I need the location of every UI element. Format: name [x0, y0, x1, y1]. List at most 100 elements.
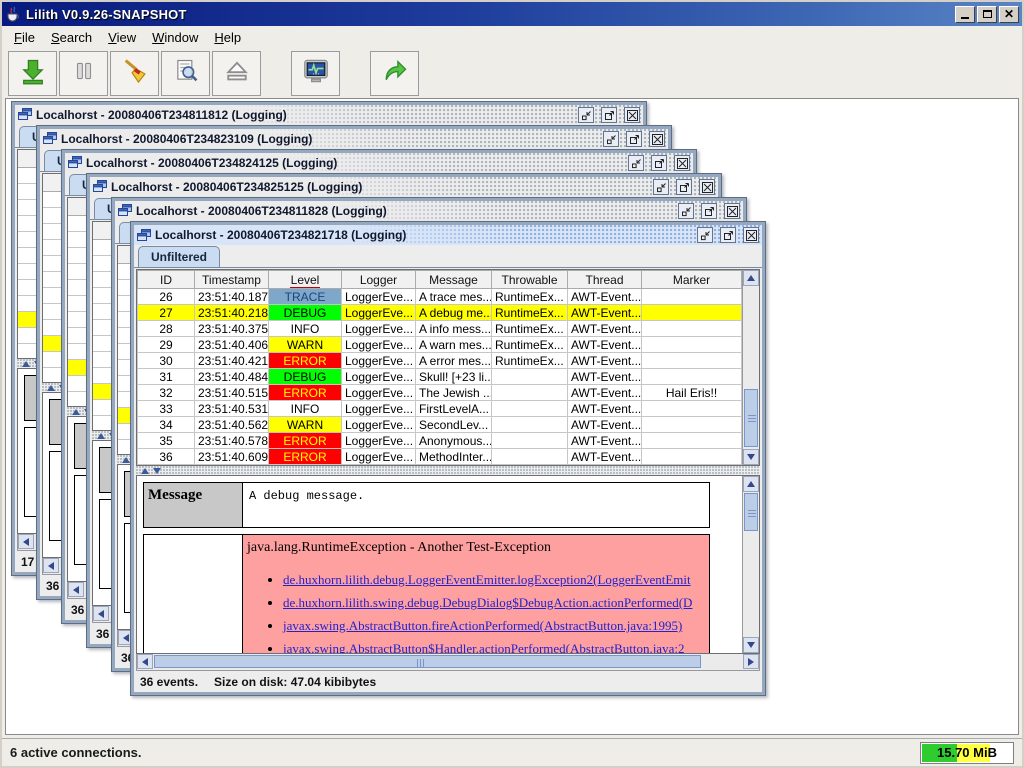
- collapse-up-icon[interactable]: [141, 468, 149, 474]
- tab-unfiltered[interactable]: Unfiltered: [138, 246, 220, 267]
- internal-maximize-button[interactable]: [701, 203, 717, 219]
- cell-message[interactable]: The Jewish ...: [416, 385, 492, 401]
- cell-marker[interactable]: [642, 353, 742, 369]
- cell-throwable[interactable]: [492, 433, 568, 449]
- cell-logger[interactable]: LoggerEve...: [342, 417, 416, 433]
- memory-indicator[interactable]: 15.70 MiB: [920, 742, 1014, 764]
- cell-logger[interactable]: LoggerEve...: [342, 289, 416, 305]
- cell-id[interactable]: 32: [138, 385, 195, 401]
- cell-logger[interactable]: LoggerEve...: [342, 321, 416, 337]
- table-row[interactable]: 2923:51:40.406WARNLoggerEve...A warn mes…: [138, 337, 742, 353]
- cell-message[interactable]: MethodInter...: [416, 449, 492, 465]
- cell-throwable[interactable]: [492, 369, 568, 385]
- cell-thread[interactable]: AWT-Event...: [568, 305, 642, 321]
- cell-timestamp[interactable]: 23:51:40.531: [195, 401, 269, 417]
- tail-button[interactable]: [8, 51, 57, 96]
- scroll-down-button[interactable]: [743, 637, 759, 653]
- cell-logger[interactable]: LoggerEve...: [342, 385, 416, 401]
- scrollbar-thumb[interactable]: [744, 389, 758, 447]
- cell-level[interactable]: DEBUG: [269, 369, 342, 385]
- scroll-left-button[interactable]: [43, 558, 59, 573]
- table-row[interactable]: 2623:51:40.187TRACELoggerEve...A trace m…: [138, 289, 742, 305]
- cell-thread[interactable]: AWT-Event...: [568, 321, 642, 337]
- cell-message[interactable]: Anonymous...: [416, 433, 492, 449]
- table-row[interactable]: 3223:51:40.515ERRORLoggerEve...The Jewis…: [138, 385, 742, 401]
- scrollbar-thumb[interactable]: [744, 493, 758, 531]
- menu-help[interactable]: Help: [208, 28, 251, 47]
- cell-throwable[interactable]: RuntimeEx...: [492, 353, 568, 369]
- cell-id[interactable]: 33: [138, 401, 195, 417]
- cell-throwable[interactable]: [492, 417, 568, 433]
- cell-message[interactable]: SecondLev...: [416, 417, 492, 433]
- cell-throwable[interactable]: [492, 401, 568, 417]
- scroll-left-button[interactable]: [93, 606, 109, 621]
- cell-timestamp[interactable]: 23:51:40.484: [195, 369, 269, 385]
- table-row[interactable]: 3623:51:40.609ERRORLoggerEve...MethodInt…: [138, 449, 742, 465]
- cell-level[interactable]: TRACE: [269, 289, 342, 305]
- cell-timestamp[interactable]: 23:51:40.406: [195, 337, 269, 353]
- cell-id[interactable]: 27: [138, 305, 195, 321]
- cell-message[interactable]: A trace mes...: [416, 289, 492, 305]
- internal-close-button[interactable]: [699, 179, 715, 195]
- cell-id[interactable]: 30: [138, 353, 195, 369]
- cell-id[interactable]: 34: [138, 417, 195, 433]
- cell-level[interactable]: ERROR: [269, 385, 342, 401]
- cell-thread[interactable]: AWT-Event...: [568, 337, 642, 353]
- cell-logger[interactable]: LoggerEve...: [342, 353, 416, 369]
- internal-window-title-bar[interactable]: Localhorst - 20080406T234811828 (Logging…: [115, 201, 743, 221]
- menu-search[interactable]: Search: [45, 28, 102, 47]
- cell-message[interactable]: A info mess...: [416, 321, 492, 337]
- cell-marker[interactable]: [642, 337, 742, 353]
- stack-trace-link[interactable]: de.huxhorn.lilith.debug.LoggerEventEmitt…: [283, 572, 691, 587]
- cell-message[interactable]: Skull! [+23 li...: [416, 369, 492, 385]
- menu-file[interactable]: File: [8, 28, 45, 47]
- cell-timestamp[interactable]: 23:51:40.562: [195, 417, 269, 433]
- collapse-up-icon[interactable]: [122, 457, 130, 463]
- detail-vertical-scrollbar[interactable]: [742, 476, 759, 653]
- cell-timestamp[interactable]: 23:51:40.375: [195, 321, 269, 337]
- internal-window-title-bar[interactable]: Localhorst - 20080406T234823109 (Logging…: [40, 129, 668, 149]
- internal-close-button[interactable]: [724, 203, 740, 219]
- internal-minimize-button[interactable]: [678, 203, 694, 219]
- cell-throwable[interactable]: RuntimeEx...: [492, 305, 568, 321]
- scrollbar-thumb[interactable]: [154, 655, 701, 668]
- table-row[interactable]: 3023:51:40.421ERRORLoggerEve...A error m…: [138, 353, 742, 369]
- cell-timestamp[interactable]: 23:51:40.421: [195, 353, 269, 369]
- cell-throwable[interactable]: RuntimeEx...: [492, 337, 568, 353]
- column-header-level[interactable]: Level: [269, 271, 342, 289]
- column-header-thread[interactable]: Thread: [568, 271, 642, 289]
- internal-minimize-button[interactable]: [578, 107, 594, 123]
- internal-window-title-bar[interactable]: Localhorst - 20080406T234825125 (Logging…: [90, 177, 718, 197]
- internal-maximize-button[interactable]: [626, 131, 642, 147]
- internal-close-button[interactable]: [743, 227, 759, 243]
- cell-message[interactable]: FirstLevelA...: [416, 401, 492, 417]
- cell-level[interactable]: ERROR: [269, 433, 342, 449]
- minimize-button[interactable]: [955, 6, 975, 23]
- collapse-down-icon[interactable]: [153, 468, 161, 474]
- column-header-logger[interactable]: Logger: [342, 271, 416, 289]
- internal-maximize-button[interactable]: [720, 227, 736, 243]
- cell-level[interactable]: DEBUG: [269, 305, 342, 321]
- cell-level[interactable]: ERROR: [269, 353, 342, 369]
- internal-minimize-button[interactable]: [603, 131, 619, 147]
- column-header-marker[interactable]: Marker: [642, 271, 742, 289]
- disconnect-button[interactable]: [212, 51, 261, 96]
- cell-marker[interactable]: Hail Eris!!: [642, 385, 742, 401]
- cell-message[interactable]: A debug me...: [416, 305, 492, 321]
- cell-timestamp[interactable]: 23:51:40.609: [195, 449, 269, 465]
- table-row[interactable]: 3323:51:40.531INFOLoggerEve...FirstLevel…: [138, 401, 742, 417]
- internal-close-button[interactable]: [674, 155, 690, 171]
- detail-horizontal-scrollbar[interactable]: [136, 654, 760, 671]
- cell-id[interactable]: 36: [138, 449, 195, 465]
- cell-logger[interactable]: LoggerEve...: [342, 449, 416, 465]
- cell-throwable[interactable]: RuntimeEx...: [492, 289, 568, 305]
- cell-thread[interactable]: AWT-Event...: [568, 433, 642, 449]
- stack-trace-link[interactable]: javax.swing.AbstractButton.fireActionPer…: [283, 618, 682, 633]
- internal-close-button[interactable]: [649, 131, 665, 147]
- cell-logger[interactable]: LoggerEve...: [342, 369, 416, 385]
- cell-throwable[interactable]: [492, 385, 568, 401]
- scroll-down-button[interactable]: [743, 449, 759, 465]
- internal-window-title-bar[interactable]: Localhorst - 20080406T234821718 (Logging…: [134, 225, 762, 245]
- internal-maximize-button[interactable]: [676, 179, 692, 195]
- cell-marker[interactable]: [642, 401, 742, 417]
